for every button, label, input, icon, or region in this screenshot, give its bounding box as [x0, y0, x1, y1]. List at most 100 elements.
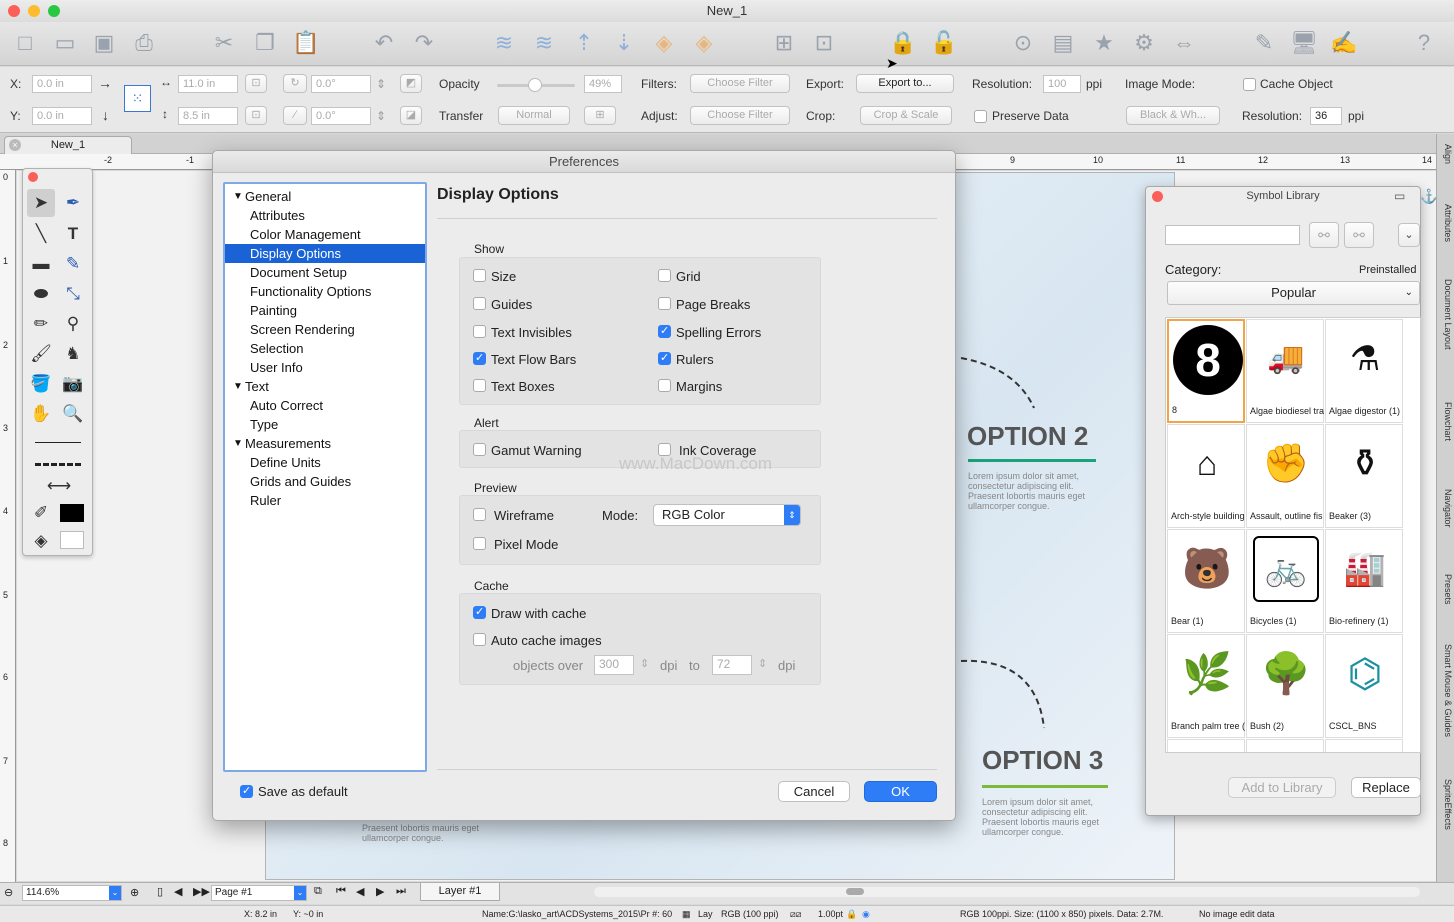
tab-presets[interactable]: Presets — [1439, 574, 1453, 605]
library-menu-chevron-icon[interactable]: ⌄ — [1398, 223, 1420, 247]
stroke-icon[interactable]: ✐ — [27, 499, 55, 527]
filters-select[interactable]: Choose Filter — [690, 74, 790, 93]
replace-button[interactable]: Replace — [1351, 777, 1421, 798]
tab-flowchart[interactable]: Flowchart — [1439, 402, 1453, 441]
pen-tool-icon[interactable]: ✒ — [59, 189, 87, 217]
bezier-tool-icon[interactable]: ✎ — [59, 250, 87, 278]
tree-item-auto-correct[interactable]: Auto Correct — [225, 396, 425, 415]
line-tool-icon[interactable]: ╲ — [27, 220, 55, 248]
document-tab[interactable]: × New_1 — [4, 136, 132, 154]
gamut-warning-checkbox[interactable] — [473, 443, 486, 456]
layer-tab[interactable]: Layer #1 — [420, 883, 500, 901]
text-invisibles-checkbox[interactable] — [473, 325, 486, 338]
copy-icon[interactable]: ❐ — [250, 28, 280, 58]
symbol-cell[interactable]: 🌿 Branch palm tree ( — [1167, 634, 1245, 738]
category-select[interactable]: Popular ⌄ — [1167, 281, 1420, 305]
fit-icon[interactable]: ⇔ — [1169, 28, 1199, 58]
node-tool-icon[interactable]: ⤡ — [59, 280, 87, 308]
grid-checkbox[interactable] — [658, 269, 671, 282]
tree-item-attributes[interactable]: Attributes — [225, 206, 425, 225]
rotation-stepper[interactable]: ⇕ — [376, 77, 386, 91]
skew-field[interactable]: 0.0° — [311, 107, 371, 125]
text-boxes-checkbox[interactable] — [473, 379, 486, 392]
paste-icon[interactable]: 📋 — [291, 28, 321, 58]
tree-item-text[interactable]: ▼ Text — [225, 377, 425, 396]
zoom-tool-icon[interactable]: 🔍 — [59, 400, 87, 428]
size-checkbox[interactable] — [473, 269, 486, 282]
bring-to-front-icon[interactable]: ≋ — [489, 28, 519, 58]
preserve-data-checkbox[interactable] — [974, 110, 987, 123]
symbol-cell[interactable]: 88 — [1167, 319, 1245, 423]
tree-item-screen-rendering[interactable]: Screen Rendering — [225, 320, 425, 339]
width-field[interactable]: 11.0 in — [178, 75, 238, 93]
close-window-button[interactable] — [8, 5, 20, 17]
tree-item-painting[interactable]: Painting — [225, 301, 425, 320]
text-flow-bars-checkbox[interactable] — [473, 351, 486, 365]
mode-select[interactable]: RGB Color ⇕ — [653, 504, 801, 526]
scale-proportional-icon[interactable]: ⊡ — [245, 106, 267, 125]
tree-item-document-setup[interactable]: Document Setup — [225, 263, 425, 282]
transfer-options-icon[interactable]: ⊞ — [584, 106, 616, 125]
rotation-field[interactable]: 0.0° — [311, 75, 371, 93]
tree-item-measurements[interactable]: ▼ Measurements — [225, 434, 425, 453]
hand-tool-icon[interactable]: ✋ — [27, 400, 55, 428]
reference-point-icon[interactable]: ⁙ — [124, 85, 151, 112]
tree-item-display-options[interactable]: Display Options — [225, 244, 425, 263]
symbol-cell[interactable] — [1246, 739, 1324, 752]
group-icon[interactable]: ⊞ — [769, 28, 799, 58]
tab-attributes[interactable]: Attributes — [1439, 204, 1453, 242]
first-page-icon[interactable]: ⏮ — [336, 885, 346, 898]
line-style-dashed[interactable] — [35, 463, 81, 466]
line-style-solid[interactable] — [35, 442, 81, 443]
stamp-tool-icon[interactable]: ♞ — [59, 340, 87, 368]
adjust-select[interactable]: Choose Filter — [690, 106, 790, 125]
tree-item-functionality-options[interactable]: Functionality Options — [225, 282, 425, 301]
previous-page-icon[interactable]: ◀ — [356, 885, 364, 898]
save-icon[interactable]: ▣ — [89, 28, 119, 58]
arrow-style-icon[interactable]: ⟷ — [43, 472, 75, 500]
flip-icon[interactable]: ◩ — [400, 74, 422, 93]
transfer-select[interactable]: Normal — [498, 106, 570, 125]
symbol-cell[interactable]: 🌳 Bush (2) — [1246, 634, 1324, 738]
collapse-icon[interactable]: ▭ — [1394, 189, 1405, 203]
tab-smart-mouse-guides[interactable]: Smart Mouse & Guides — [1439, 644, 1453, 737]
spelling-errors-checkbox[interactable] — [658, 324, 671, 338]
rotate-icon[interactable]: ↻ — [283, 74, 307, 93]
bring-forward-icon[interactable]: ⇡ — [569, 28, 599, 58]
tree-item-selection[interactable]: Selection — [225, 339, 425, 358]
x-field[interactable]: 0.0 in — [32, 75, 92, 93]
pencil-tool-icon[interactable]: ✏ — [27, 310, 55, 338]
zoom-select[interactable]: 114.6% ⌄ — [22, 885, 122, 901]
symbol-cell[interactable]: ⚗ Algae digestor (1) — [1325, 319, 1403, 423]
open-folder-icon[interactable]: ▭ — [50, 28, 80, 58]
symbol-cell[interactable]: ⚱ Beaker (3) — [1325, 424, 1403, 528]
stroke-color-swatch[interactable] — [60, 504, 84, 522]
skew-stepper[interactable]: ⇕ — [376, 109, 386, 123]
symbol-cell[interactable]: 🚲 Bicycles (1) — [1246, 529, 1324, 633]
symbol-cell[interactable]: 🚚 Algae biodiesel tra — [1246, 319, 1324, 423]
scale-icon[interactable]: ⊡ — [245, 74, 267, 93]
ungroup-icon[interactable]: ⊡ — [809, 28, 839, 58]
image-mode-select[interactable]: Black & Wh... — [1126, 106, 1220, 125]
zoom-out-icon[interactable]: ⊖ — [4, 886, 13, 899]
text-tool-icon[interactable]: T — [59, 220, 87, 248]
symbol-cell[interactable]: 🐻 Bear (1) — [1167, 529, 1245, 633]
opacity-slider-thumb[interactable] — [528, 78, 542, 92]
monitor-icon[interactable]: 🖥 — [1289, 28, 1319, 58]
close-tab-icon[interactable]: × — [9, 139, 21, 151]
cut-icon[interactable]: ✂ — [209, 28, 239, 58]
camera-tool-icon[interactable]: 📷 — [59, 370, 87, 398]
library-search-input[interactable] — [1165, 225, 1300, 245]
tree-item-general[interactable]: ▼ General — [225, 187, 425, 206]
lock-icon[interactable]: 🔒 — [888, 28, 918, 58]
view-icon[interactable]: ⊙ — [1008, 28, 1038, 58]
tab-navigator[interactable]: Navigator — [1439, 489, 1453, 528]
dpi-low-stepper[interactable]: ⇕ — [640, 657, 649, 670]
play-next-icon[interactable]: ▶ — [376, 885, 384, 898]
height-field[interactable]: 8.5 in — [178, 107, 238, 125]
y-field[interactable]: 0.0 in — [32, 107, 92, 125]
page-breaks-checkbox[interactable] — [658, 297, 671, 310]
redo-icon[interactable]: ↷ — [409, 28, 439, 58]
tree-item-grids-and-guides[interactable]: Grids and Guides — [225, 472, 425, 491]
fill-icon[interactable]: ◈ — [27, 527, 55, 555]
